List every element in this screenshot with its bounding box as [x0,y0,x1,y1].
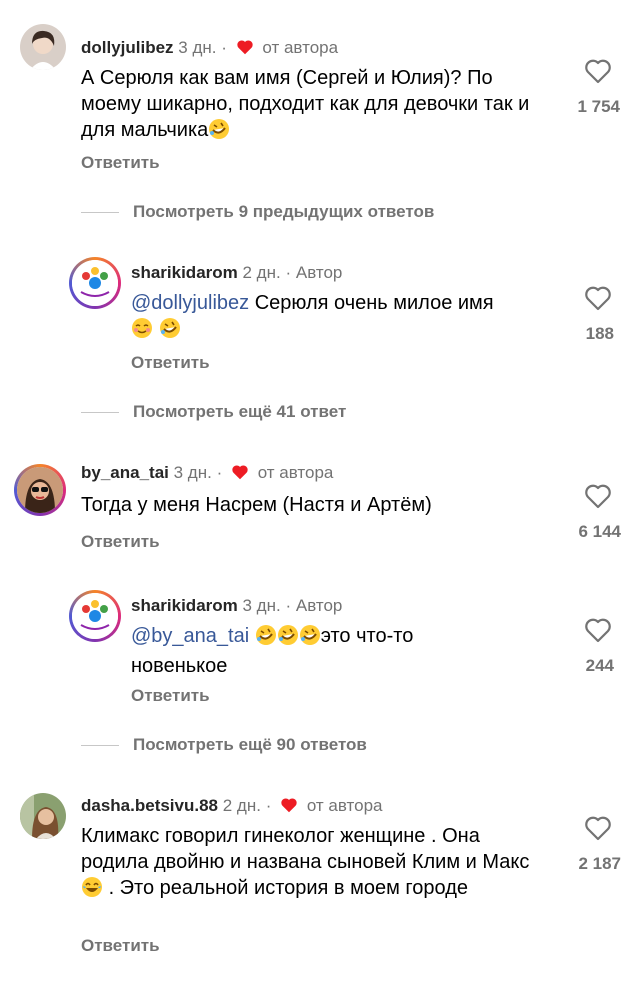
avatar[interactable] [69,257,121,309]
heart-outline-icon[interactable] [584,285,612,311]
heart-outline-icon[interactable] [584,815,612,841]
avatar[interactable] [14,464,66,516]
timestamp: 3 дн. [178,38,217,57]
author-tag: Автор [295,263,343,282]
avatar[interactable] [20,793,66,839]
timestamp: 2 дн. [222,796,261,815]
comment-meta: dollyjulibez 3 дн. · от автора [81,38,339,57]
like-control: 6 144 [578,483,621,542]
username[interactable]: sharikidarom [131,263,238,282]
like-control: 244 [578,617,618,676]
comment-meta: dasha.betsivu.88 2 дн. · от автора [81,796,383,815]
rofl-emoji-icon [299,624,321,653]
timestamp: 2 дн. [242,263,281,282]
reply-button[interactable]: Ответить [131,686,210,706]
like-control: 188 [578,285,618,344]
divider-line [81,412,119,414]
view-more-replies[interactable]: Посмотреть 9 предыдущих ответов [81,202,434,222]
heart-outline-icon[interactable] [584,58,612,84]
comment-text: @by_ana_tai это что-то новенькое [131,624,414,677]
rofl-emoji-icon [277,624,299,653]
like-count: 1 754 [577,97,620,116]
username[interactable]: by_ana_tai [81,463,169,482]
like-count: 2 187 [578,854,621,873]
reply-button[interactable]: Ответить [81,532,160,552]
username[interactable]: sharikidarom [131,596,238,615]
tears-of-joy-emoji-icon [81,876,103,905]
username[interactable]: dasha.betsivu.88 [81,796,218,815]
relieved-emoji-icon [131,317,153,346]
comment-text: Тогда у меня Насрем (Настя и Артём) [81,494,432,516]
like-count: 244 [585,656,614,675]
timestamp: 3 дн. [242,596,281,615]
like-count: 6 144 [578,522,621,541]
author-tag: от автора [306,796,383,815]
like-control: 2 187 [578,815,621,874]
author-tag: Автор [295,596,343,615]
reply-button[interactable]: Ответить [131,353,210,373]
heart-filled-icon [237,40,253,55]
comment-meta: sharikidarom 2 дн. · Автор [131,263,343,282]
mention-link[interactable]: @by_ana_tai [131,625,249,647]
reply-button[interactable]: Ответить [81,153,160,173]
mention-link[interactable]: @dollyjulibez [131,292,249,314]
heart-outline-icon[interactable] [584,617,612,643]
like-control: 1 754 [577,58,620,117]
username[interactable]: dollyjulibez [81,38,174,57]
view-more-replies[interactable]: Посмотреть ещё 90 ответов [81,735,367,755]
reply-button[interactable]: Ответить [81,936,160,956]
comment-meta: sharikidarom 3 дн. · Автор [131,596,343,615]
avatar[interactable] [69,590,121,642]
heart-filled-icon [232,465,248,480]
heart-filled-icon [281,798,297,813]
like-count: 188 [585,324,614,343]
timestamp: 3 дн. [173,463,212,482]
comment-text: Климакс говорил гинеколог женщине . Она … [81,823,551,905]
heart-outline-icon[interactable] [584,483,612,509]
rofl-emoji-icon [208,118,230,147]
comment-text: А Серюля как вам имя (Сергей и Юлия)? По… [81,65,551,147]
avatar[interactable] [20,24,66,70]
author-tag: от автора [257,463,334,482]
divider-line [81,745,119,747]
divider-line [81,212,119,214]
rofl-emoji-icon [255,624,277,653]
comment-meta: by_ana_tai 3 дн. · от автора [81,463,334,482]
author-tag: от автора [262,38,339,57]
comment-text: @dollyjulibez Серюля очень милое имя [131,290,551,346]
rofl-emoji-icon [159,317,181,346]
view-more-replies[interactable]: Посмотреть ещё 41 ответ [81,402,346,422]
